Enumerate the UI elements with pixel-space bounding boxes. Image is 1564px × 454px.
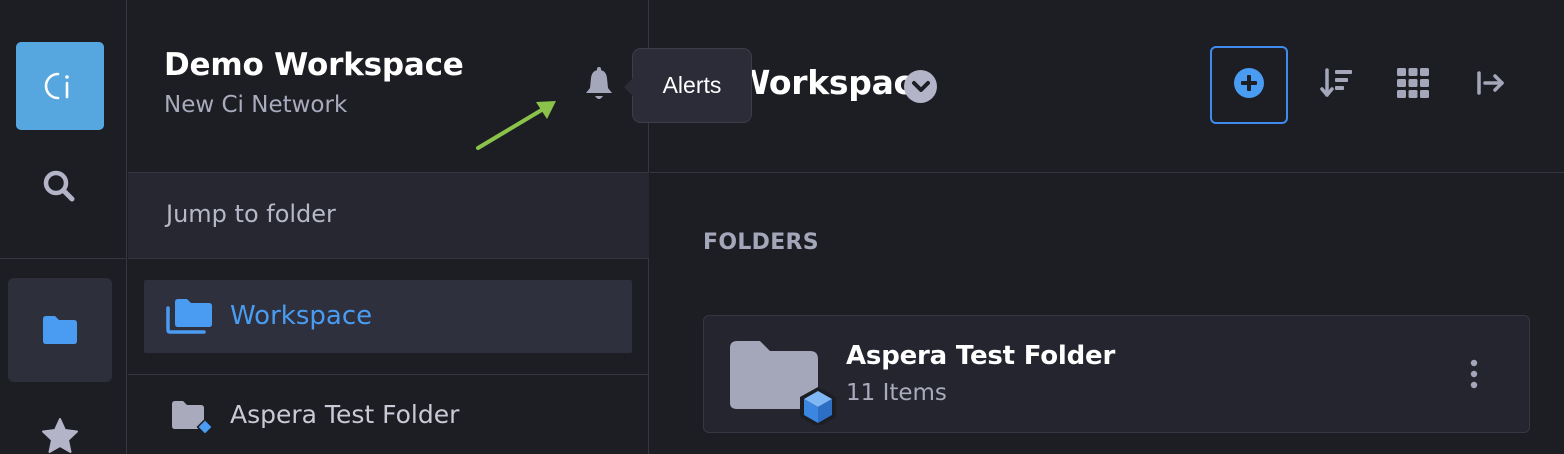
workspace-name: Demo Workspace — [164, 47, 464, 83]
alerts-tooltip: Alerts — [624, 48, 752, 123]
network-name: New Ci Network — [164, 92, 348, 118]
ci-logo-icon[interactable] — [16, 42, 104, 130]
divider — [128, 258, 649, 259]
rail-divider — [0, 258, 127, 259]
divider — [650, 172, 1564, 173]
collapse-panel-button[interactable] — [1468, 62, 1514, 108]
sidebar-item-label: Aspera Test Folder — [230, 400, 460, 429]
chevron-down-icon[interactable] — [904, 70, 937, 103]
sort-icon — [1320, 67, 1354, 103]
aspera-folder-icon — [170, 400, 218, 440]
sidebar-item-workspace[interactable]: Workspace — [144, 280, 632, 353]
grid-view-button[interactable] — [1390, 62, 1436, 108]
arrow-right-bar-icon — [1476, 70, 1506, 100]
jump-to-folder-label: Jump to folder — [166, 200, 336, 228]
more-vertical-icon[interactable] — [1460, 354, 1488, 394]
tooltip-text: Alerts — [662, 72, 722, 98]
aspera-folder-icon — [730, 341, 836, 429]
bell-icon[interactable] — [582, 66, 616, 104]
icon-rail — [0, 0, 127, 454]
folder-card[interactable]: Aspera Test Folder 11 Items — [703, 315, 1530, 433]
sort-button[interactable] — [1314, 62, 1360, 108]
add-button[interactable] — [1210, 46, 1288, 124]
annotation-arrow-icon — [476, 101, 556, 150]
workspace-sidebar: Demo Workspace New Ci Network Jump to fo… — [128, 0, 649, 454]
plus-circle-icon — [1233, 67, 1265, 103]
sidebar-item-aspera-test-folder[interactable]: Aspera Test Folder — [144, 376, 632, 454]
folders-stack-icon — [166, 298, 214, 338]
folder-name: Aspera Test Folder — [846, 341, 1116, 371]
divider — [128, 374, 649, 375]
folder-item-count: 11 Items — [846, 380, 947, 406]
grid-icon — [1397, 68, 1429, 102]
star-icon[interactable] — [38, 414, 82, 454]
sidebar-item-label: Workspace — [230, 301, 373, 331]
main-content: Workspace FOLDERS Aspera Test Folder 11 … — [650, 0, 1564, 454]
jump-to-folder-button[interactable]: Jump to folder — [128, 173, 649, 258]
folder-icon[interactable] — [8, 278, 112, 382]
folders-section-label: FOLDERS — [703, 230, 819, 255]
search-icon[interactable] — [37, 164, 81, 208]
